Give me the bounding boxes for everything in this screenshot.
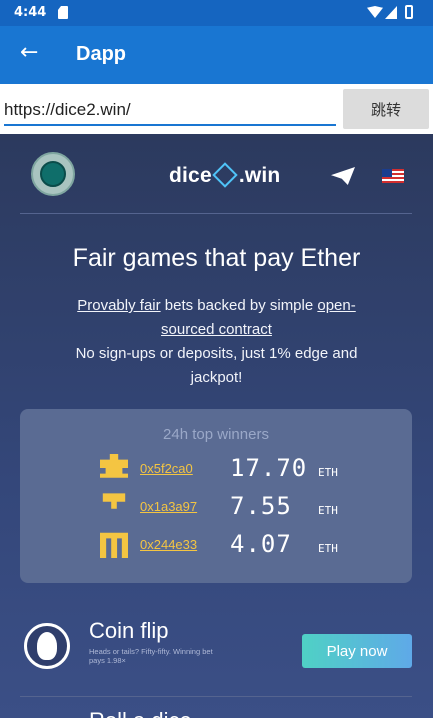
game-subtitle: Heads or tails? Fifty-fifty. Winning bet… — [89, 647, 213, 665]
brand-right-text: .win — [238, 164, 281, 187]
winner-row: 0x5f2ca0 17.70 ETH — [20, 454, 412, 484]
back-arrow-icon[interactable]: ← — [20, 40, 38, 65]
t-pixel-icon — [102, 493, 126, 509]
url-bar: 跳转 — [0, 84, 433, 134]
game-title: Roll a dice — [89, 708, 192, 718]
winner-row: 0x1a3a97 7.55 ETH — [20, 492, 412, 522]
winner-unit: ETH — [318, 466, 338, 479]
desc-text-1: bets backed by simple — [160, 297, 318, 314]
coin-flip-icon — [24, 623, 70, 669]
winners-title: 24h top winners — [163, 426, 269, 443]
app-title: Dapp — [76, 43, 126, 65]
status-time: 4:44 — [14, 5, 47, 20]
us-flag-icon[interactable] — [382, 169, 404, 183]
invader-icon — [100, 454, 128, 478]
wifi-icon — [367, 6, 383, 18]
header-divider — [20, 213, 412, 214]
sd-card-icon — [58, 6, 68, 19]
winner-amount: 7.55 — [230, 492, 292, 520]
winner-address-link[interactable]: 0x5f2ca0 — [140, 461, 193, 476]
winner-address-link[interactable]: 0x244e33 — [140, 537, 197, 552]
url-input[interactable] — [4, 96, 336, 126]
app-bar: ← Dapp — [0, 26, 433, 84]
go-button[interactable]: 跳转 — [343, 89, 429, 129]
winner-unit: ETH — [318, 504, 338, 517]
desc-text-2: No sign-ups or deposits, just 1% edge an… — [75, 345, 358, 386]
m-pixel-icon — [100, 532, 128, 558]
winner-amount: 17.70 — [230, 454, 308, 482]
game-title: Coin flip — [89, 618, 169, 643]
play-now-button[interactable]: Play now — [302, 634, 412, 668]
provably-fair-link[interactable]: Provably fair — [77, 297, 160, 314]
description: Provably fair bets backed by simple open… — [60, 294, 373, 390]
top-winners-panel: 24h top winners 0x5f2ca0 17.70 ETH 0x1a3… — [20, 409, 412, 583]
telegram-icon[interactable] — [331, 167, 355, 185]
dice-icon — [212, 162, 238, 188]
winner-amount: 4.07 — [230, 530, 292, 558]
winner-unit: ETH — [318, 542, 338, 555]
site-logo: dice .win — [169, 162, 281, 188]
headline: Fair games that pay Ether — [72, 244, 361, 272]
status-bar: 4:44 — [0, 0, 433, 26]
account-avatar-icon[interactable] — [31, 152, 75, 196]
webview-content: dice .win Fair games that pay Ether Prova… — [0, 134, 433, 718]
battery-icon — [405, 5, 413, 19]
winner-address-link[interactable]: 0x1a3a97 — [140, 499, 197, 514]
winner-row: 0x244e33 4.07 ETH — [20, 530, 412, 560]
signal-icon — [385, 6, 397, 19]
game-divider — [20, 696, 412, 697]
brand-left-text: dice — [169, 164, 212, 187]
